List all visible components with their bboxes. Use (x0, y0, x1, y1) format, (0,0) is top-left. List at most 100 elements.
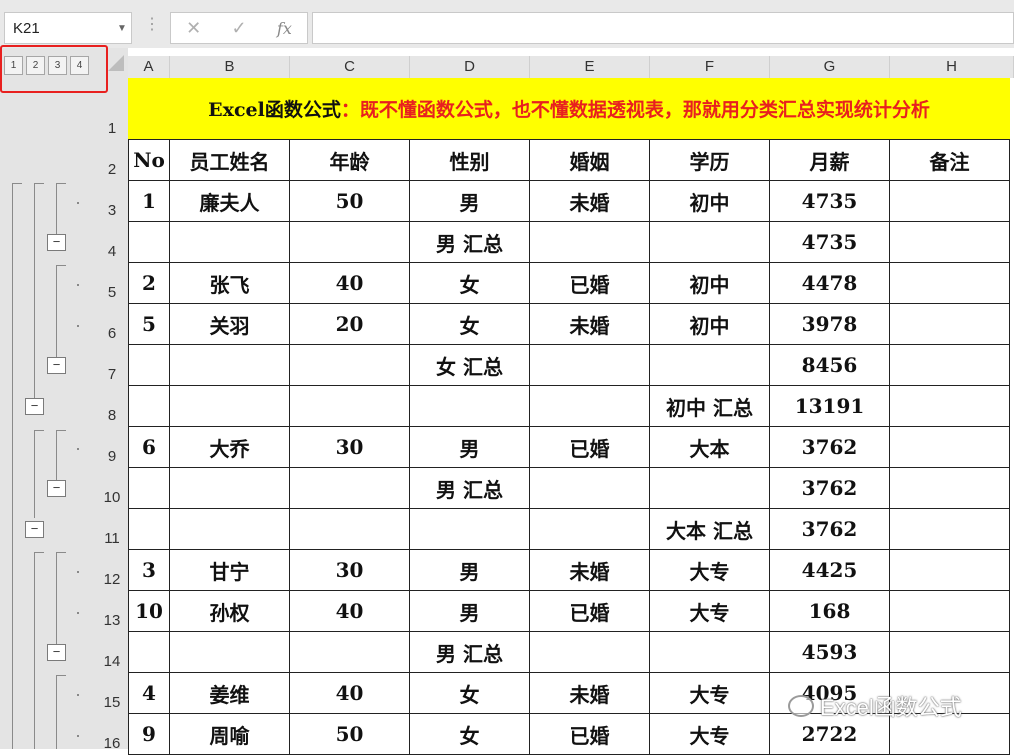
table-cell[interactable] (170, 222, 290, 262)
table-cell[interactable] (530, 632, 650, 672)
table-cell[interactable]: 大本 汇总 (650, 509, 770, 549)
header-cell[interactable]: 备注 (890, 140, 1010, 180)
table-cell[interactable]: 3 (128, 550, 170, 590)
table-cell[interactable]: 已婚 (530, 427, 650, 467)
table-cell[interactable]: 男 汇总 (410, 222, 530, 262)
column-header-f[interactable]: F (650, 56, 770, 78)
table-cell[interactable] (290, 632, 410, 672)
column-header-d[interactable]: D (410, 56, 530, 78)
table-cell[interactable]: 4 (128, 673, 170, 713)
table-cell[interactable]: 2 (128, 263, 170, 303)
table-cell[interactable]: 3762 (770, 427, 890, 467)
table-cell[interactable]: 30 (290, 427, 410, 467)
table-cell[interactable] (650, 222, 770, 262)
row-header[interactable]: 12 (96, 571, 128, 588)
row-header[interactable]: 9 (96, 448, 128, 465)
table-cell[interactable] (128, 222, 170, 262)
header-cell[interactable]: 婚姻 (530, 140, 650, 180)
table-cell[interactable]: 姜维 (170, 673, 290, 713)
table-cell[interactable]: 10 (128, 591, 170, 631)
table-cell[interactable] (128, 632, 170, 672)
column-header-c[interactable]: C (290, 56, 410, 78)
table-cell[interactable]: 男 (410, 181, 530, 221)
table-cell[interactable]: 男 (410, 591, 530, 631)
table-cell[interactable]: 未婚 (530, 181, 650, 221)
header-cell[interactable]: No (128, 140, 170, 180)
table-cell[interactable]: 大乔 (170, 427, 290, 467)
row-header[interactable]: 13 (96, 612, 128, 629)
table-cell[interactable]: 男 汇总 (410, 468, 530, 508)
table-cell[interactable] (890, 632, 1010, 672)
table-cell[interactable] (890, 386, 1010, 426)
table-cell[interactable] (410, 509, 530, 549)
cancel-icon[interactable]: ✕ (186, 18, 201, 39)
row-header[interactable]: 4 (96, 243, 128, 260)
table-cell[interactable]: 廉夫人 (170, 181, 290, 221)
table-cell[interactable]: 40 (290, 673, 410, 713)
header-cell[interactable]: 月薪 (770, 140, 890, 180)
table-cell[interactable]: 3978 (770, 304, 890, 344)
table-cell[interactable]: 50 (290, 714, 410, 754)
table-cell[interactable]: 20 (290, 304, 410, 344)
header-cell[interactable]: 学历 (650, 140, 770, 180)
table-cell[interactable] (170, 386, 290, 426)
drag-handle-icon[interactable]: ⋮ (144, 14, 160, 34)
select-all-corner[interactable] (108, 55, 124, 71)
column-header-a[interactable]: A (128, 56, 170, 78)
row-header[interactable]: 6 (96, 325, 128, 342)
table-cell[interactable]: 男 (410, 427, 530, 467)
table-cell[interactable] (650, 632, 770, 672)
table-cell[interactable]: 大专 (650, 550, 770, 590)
row-header[interactable]: 11 (96, 530, 128, 547)
row-header[interactable]: 3 (96, 202, 128, 219)
header-cell[interactable]: 年龄 (290, 140, 410, 180)
table-cell[interactable] (890, 263, 1010, 303)
chevron-down-icon[interactable]: ▼ (113, 23, 131, 34)
table-cell[interactable] (890, 427, 1010, 467)
table-cell[interactable]: 大专 (650, 591, 770, 631)
header-cell[interactable]: 性别 (410, 140, 530, 180)
table-cell[interactable]: 168 (770, 591, 890, 631)
table-cell[interactable] (890, 591, 1010, 631)
row-header[interactable]: 10 (96, 489, 128, 506)
table-cell[interactable]: 女 (410, 263, 530, 303)
row-header[interactable]: 2 (96, 161, 128, 178)
table-cell[interactable]: 未婚 (530, 673, 650, 713)
row-header[interactable]: 8 (96, 407, 128, 424)
table-cell[interactable] (290, 345, 410, 385)
insert-function-icon[interactable]: fx (277, 19, 292, 38)
column-header-e[interactable]: E (530, 56, 650, 78)
header-cell[interactable]: 员工姓名 (170, 140, 290, 180)
table-cell[interactable] (128, 345, 170, 385)
table-cell[interactable]: 50 (290, 181, 410, 221)
row-header[interactable]: 1 (96, 120, 128, 137)
table-cell[interactable]: 女 (410, 714, 530, 754)
table-cell[interactable]: 已婚 (530, 591, 650, 631)
table-cell[interactable]: 9 (128, 714, 170, 754)
table-cell[interactable] (170, 345, 290, 385)
table-cell[interactable] (890, 550, 1010, 590)
row-header[interactable]: 15 (96, 694, 128, 711)
table-cell[interactable]: 女 (410, 304, 530, 344)
row-header[interactable]: 5 (96, 284, 128, 301)
collapse-button[interactable]: − (47, 234, 66, 251)
table-cell[interactable]: 4593 (770, 632, 890, 672)
table-cell[interactable] (530, 222, 650, 262)
row-header[interactable]: 7 (96, 366, 128, 383)
table-cell[interactable]: 已婚 (530, 263, 650, 303)
table-cell[interactable]: 已婚 (530, 714, 650, 754)
table-cell[interactable]: 30 (290, 550, 410, 590)
formula-input[interactable] (312, 12, 1014, 44)
table-cell[interactable]: 孙权 (170, 591, 290, 631)
name-box[interactable]: K21 ▼ (4, 12, 132, 44)
table-cell[interactable] (290, 222, 410, 262)
table-cell[interactable] (410, 386, 530, 426)
table-cell[interactable]: 初中 汇总 (650, 386, 770, 426)
collapse-button[interactable]: − (47, 480, 66, 497)
table-cell[interactable] (530, 345, 650, 385)
table-cell[interactable] (170, 468, 290, 508)
table-cell[interactable]: 5 (128, 304, 170, 344)
column-header-h[interactable]: H (890, 56, 1014, 78)
table-cell[interactable]: 4735 (770, 222, 890, 262)
table-cell[interactable]: 1 (128, 181, 170, 221)
